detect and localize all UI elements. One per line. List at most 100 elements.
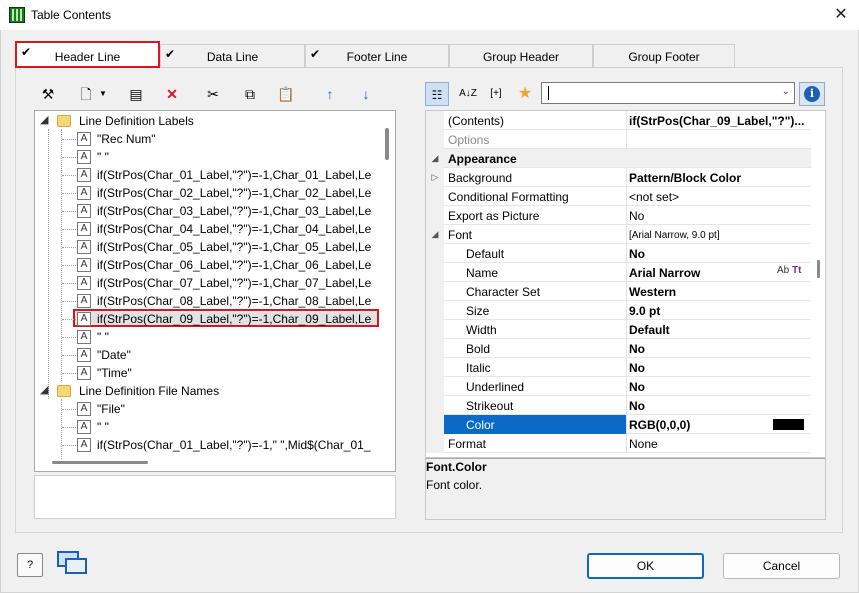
text-field-icon: A [77,420,91,434]
text-field-icon: A [77,240,91,254]
font-picker-icon[interactable]: Ab Tt [777,265,801,276]
folder-icon [57,385,71,397]
text-field-icon: A [77,348,91,362]
prop-options[interactable]: Options [426,130,811,149]
collapse-icon[interactable]: ◢ [40,113,48,126]
text-field-icon: A [77,132,91,146]
info-button[interactable]: i [799,82,825,106]
tree-group-labels[interactable]: ◢ Line Definition Labels [35,112,381,130]
prop-font-name[interactable]: Name Arial Narrow Ab Tt [426,263,811,282]
text-field-icon: A [77,438,91,452]
property-grid-scrollbar[interactable] [817,260,820,278]
paste-icon[interactable]: 📋 [276,84,296,104]
cancel-button[interactable]: Cancel [723,553,840,579]
tree-item[interactable]: Aif(StrPos(Char_08_Label,"?")=-1,Char_08… [35,292,381,310]
prop-bold[interactable]: Bold No [426,339,811,358]
cut-icon[interactable]: ✂ [203,84,223,104]
move-up-icon[interactable]: ↑ [320,84,340,104]
app-icon [9,7,25,23]
tab-label: Footer Line [346,50,408,64]
properties-icon[interactable]: ▤ [126,84,146,104]
tree-item[interactable]: A " " [35,418,381,436]
copy-icon[interactable]: ⧉ [240,84,260,104]
text-field-icon: A [77,366,91,380]
tree-item[interactable]: Aif(StrPos(Char_06_Label,"?")=-1,Char_06… [35,256,381,274]
category-appearance[interactable]: ◢ Appearance [426,149,811,168]
collapse-icon[interactable]: ◢ [426,225,444,244]
tree-item[interactable]: Aif(StrPos(Char_02_Label,"?")=-1,Char_02… [35,184,381,202]
prop-size[interactable]: Size 9.0 pt [426,301,811,320]
prop-strikeout[interactable]: Strikeout No [426,396,811,415]
tree-item[interactable]: Aif(StrPos(Char_04_Label,"?")=-1,Char_04… [35,220,381,238]
tab-label: Group Header [482,50,560,64]
prop-background[interactable]: ▷ Background Pattern/Block Color [426,168,811,187]
collapse-icon[interactable]: ◢ [40,383,48,396]
tab-label: Group Footer [628,50,700,64]
prop-contents[interactable]: (Contents) if(StrPos(Char_09_Label,"?")..… [426,111,811,130]
tree-item[interactable]: Aif(StrPos(Char_01_Label,"?")=-1," ",Mid… [35,436,381,454]
text-cursor [548,86,549,100]
chevron-down-icon[interactable]: ⌄ [782,86,790,97]
windows-icon[interactable] [57,551,89,577]
text-field-icon: A [77,402,91,416]
text-field-icon: A [77,330,91,344]
tree-item[interactable]: Aif(StrPos(Char_07_Label,"?")=-1,Char_07… [35,274,381,292]
collapse-icon[interactable]: ◢ [426,149,444,168]
description-text: Font color. [426,478,483,492]
color-swatch[interactable] [773,419,804,430]
folder-icon [57,115,71,127]
property-grid[interactable]: (Contents) if(StrPos(Char_09_Label,"?")..… [425,110,826,458]
prop-underlined[interactable]: Underlined No [426,377,811,396]
tab-label: Header Line [54,50,121,64]
title-bar [0,0,859,30]
tree-vertical-scrollbar[interactable] [385,128,389,160]
prop-export-picture[interactable]: Export as Picture No [426,206,811,225]
prop-font[interactable]: ◢ Font [Arial Narrow, 9.0 pt] [426,225,811,244]
tab-group-header[interactable]: Group Header [449,44,593,68]
tree-item[interactable]: A "Rec Num" [35,130,381,148]
categorized-icon[interactable]: ☷ [425,82,449,106]
tree-item[interactable]: A "File" [35,400,381,418]
tab-header-line[interactable]: ✔ Header Line [15,41,160,68]
close-icon[interactable]: ✕ [830,4,852,26]
tree-horizontal-scrollbar[interactable] [52,461,148,464]
prop-font-default[interactable]: Default No [426,244,811,263]
help-button[interactable]: ? [17,553,43,577]
tree-item[interactable]: A "Time" [35,364,381,382]
delete-icon[interactable]: ✕ [162,84,182,104]
property-search-combo[interactable]: ⌄ [541,82,795,104]
sort-az-icon[interactable]: A↓Z [456,82,480,106]
prop-italic[interactable]: Italic No [426,358,811,377]
text-field-icon: A [77,258,91,272]
tree-item[interactable]: Aif(StrPos(Char_01_Label,"?")=-1,Char_01… [35,166,381,184]
tree-item-selected[interactable]: Aif(StrPos(Char_09_Label,"?")=-1,Char_09… [35,310,381,328]
text-field-icon: A [77,204,91,218]
tree-item[interactable]: A " " [35,148,381,166]
help-icon: ? [26,559,34,571]
tree-view[interactable]: ◢ Line Definition Labels A "Rec Num" A " "… [34,110,396,472]
tab-footer-line[interactable]: ✔ Footer Line [305,44,449,68]
tree-item[interactable]: A " " [35,328,381,346]
text-field-icon: A [77,312,91,326]
prop-color[interactable]: Color RGB(0,0,0) [426,415,811,434]
expand-arrow-icon[interactable]: ▷ [426,168,444,187]
tree-item[interactable]: Aif(StrPos(Char_05_Label,"?")=-1,Char_05… [35,238,381,256]
tab-data-line[interactable]: ✔ Data Line [160,44,305,68]
tree-group-file-names[interactable]: ◢ Line Definition File Names [35,382,381,400]
magic-wand-icon[interactable]: ⚒ [38,84,58,104]
move-down-icon[interactable]: ↓ [356,84,376,104]
dropdown-arrow-icon[interactable]: ▼ [96,84,110,104]
tree-item[interactable]: Aif(StrPos(Char_03_Label,"?")=-1,Char_03… [35,202,381,220]
new-item-icon[interactable]: 🗋 [76,84,96,104]
tree-item[interactable]: A "Date" [35,346,381,364]
prop-width[interactable]: Width Default [426,320,811,339]
prop-conditional-formatting[interactable]: Conditional Formatting <not set> [426,187,811,206]
notes-area[interactable] [34,475,396,519]
tab-group-footer[interactable]: Group Footer [593,44,735,68]
favorite-icon[interactable]: ★ [513,82,537,106]
prop-character-set[interactable]: Character Set Western [426,282,811,301]
text-field-icon: A [77,186,91,200]
expand-icon[interactable]: [+] [484,82,508,106]
ok-button[interactable]: OK [587,553,704,579]
prop-format[interactable]: Format None [426,434,811,453]
